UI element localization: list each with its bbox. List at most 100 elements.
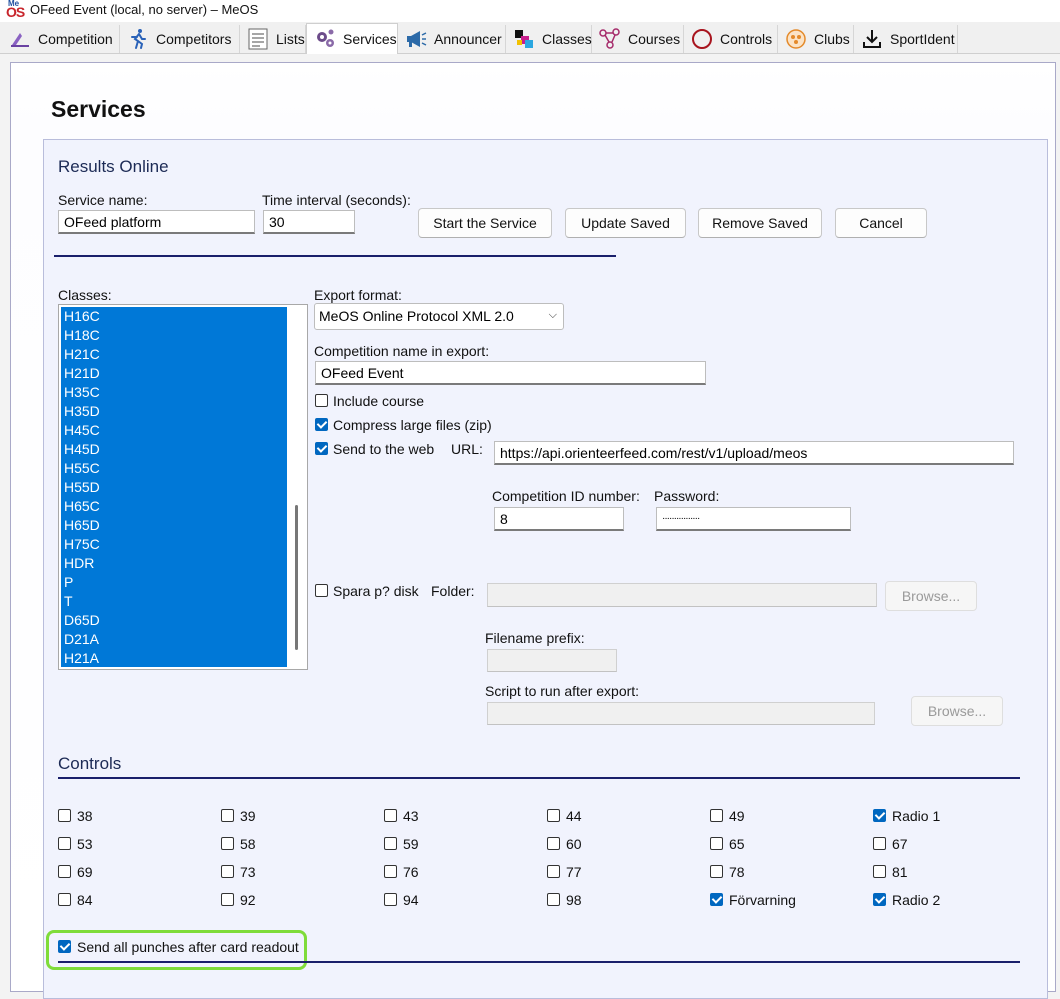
- tab-sportident[interactable]: SportIdent: [854, 25, 958, 53]
- list-item[interactable]: T: [64, 593, 73, 609]
- runner-icon: [126, 27, 150, 51]
- tab-services[interactable]: Services: [306, 23, 398, 54]
- tab-label: SportIdent: [890, 31, 955, 47]
- list-item[interactable]: H55D: [64, 479, 100, 495]
- control-checkbox[interactable]: [58, 865, 71, 878]
- control-checkbox[interactable]: [547, 809, 560, 822]
- control-label: 84: [77, 892, 93, 908]
- tab-label: Classes: [542, 31, 592, 47]
- compress-zip-label: Compress large files (zip): [333, 417, 492, 433]
- list-item[interactable]: H21D: [64, 365, 100, 381]
- tab-controls[interactable]: Controls: [684, 25, 778, 53]
- control-checkbox[interactable]: [384, 865, 397, 878]
- update-saved-button[interactable]: Update Saved: [565, 208, 686, 238]
- control-checkbox[interactable]: [58, 893, 71, 906]
- tab-announcer[interactable]: Announcer: [398, 25, 506, 53]
- list-item[interactable]: H65C: [64, 498, 100, 514]
- control-label: Förvarning: [729, 892, 796, 908]
- control-checkbox[interactable]: [873, 809, 886, 822]
- results-online-title: Results Online: [58, 157, 169, 176]
- control-checkbox[interactable]: [58, 809, 71, 822]
- filename-prefix-input[interactable]: [487, 649, 617, 672]
- control-label: Radio 1: [892, 808, 941, 824]
- list-item[interactable]: H65D: [64, 517, 100, 533]
- competition-id-label: Competition ID number:: [492, 488, 640, 504]
- list-item[interactable]: H45D: [64, 441, 100, 457]
- service-name-input[interactable]: [58, 210, 255, 234]
- control-checkbox[interactable]: [710, 893, 723, 906]
- control-checkbox[interactable]: [547, 893, 560, 906]
- send-all-punches-checkbox[interactable]: [58, 940, 71, 953]
- script-input[interactable]: [487, 702, 875, 725]
- list-item[interactable]: H16C: [64, 308, 100, 324]
- control-checkbox[interactable]: [221, 865, 234, 878]
- control-checkbox[interactable]: [710, 865, 723, 878]
- tab-label: Services: [343, 31, 397, 47]
- control-checkbox[interactable]: [547, 865, 560, 878]
- list-item[interactable]: H21A: [64, 650, 99, 666]
- control-checkbox[interactable]: [384, 809, 397, 822]
- browse-script-button[interactable]: Browse...: [911, 696, 1003, 726]
- control-checkbox[interactable]: [221, 809, 234, 822]
- send-all-punches-label: Send all punches after card readout: [77, 939, 299, 955]
- list-item[interactable]: H18C: [64, 327, 100, 343]
- control-checkbox[interactable]: [58, 837, 71, 850]
- control-checkbox[interactable]: [221, 837, 234, 850]
- include-course-checkbox[interactable]: [315, 394, 328, 407]
- start-service-button[interactable]: Start the Service: [418, 208, 552, 238]
- folder-input[interactable]: [487, 583, 877, 607]
- send-to-web-checkbox[interactable]: [315, 442, 328, 455]
- control-label: 44: [566, 808, 582, 824]
- list-item[interactable]: H35D: [64, 403, 100, 419]
- divider: [58, 777, 1020, 779]
- list-item[interactable]: HDR: [64, 555, 94, 571]
- list-item[interactable]: H45C: [64, 422, 100, 438]
- control-circle-icon: [690, 27, 714, 51]
- listbox-scrollbar[interactable]: [295, 505, 298, 650]
- time-interval-input[interactable]: [263, 210, 355, 234]
- control-checkbox[interactable]: [873, 837, 886, 850]
- tab-classes[interactable]: Classes: [506, 25, 592, 53]
- control-checkbox[interactable]: [710, 837, 723, 850]
- list-icon: [246, 27, 270, 51]
- list-item[interactable]: P: [64, 574, 73, 590]
- tab-courses[interactable]: Courses: [592, 25, 684, 53]
- send-to-web-label: Send to the web: [333, 441, 435, 457]
- competition-name-input[interactable]: [315, 361, 706, 385]
- control-label: 43: [403, 808, 419, 824]
- control-checkbox[interactable]: [547, 837, 560, 850]
- password-input[interactable]: [656, 507, 851, 531]
- list-item[interactable]: H35C: [64, 384, 100, 400]
- tab-competitors[interactable]: Competitors: [120, 25, 240, 53]
- classes-icon: [512, 27, 536, 51]
- control-label: 94: [403, 892, 419, 908]
- control-checkbox[interactable]: [221, 893, 234, 906]
- control-label: 39: [240, 808, 256, 824]
- browse-folder-button[interactable]: Browse...: [885, 581, 977, 611]
- cancel-button[interactable]: Cancel: [835, 208, 927, 238]
- tab-competition[interactable]: Competition: [2, 25, 120, 53]
- compress-zip-checkbox[interactable]: [315, 418, 328, 431]
- url-input[interactable]: [494, 441, 1014, 465]
- tab-clubs[interactable]: Clubs: [778, 25, 854, 53]
- control-checkbox[interactable]: [384, 893, 397, 906]
- control-label: 58: [240, 836, 256, 852]
- save-to-disk-checkbox[interactable]: [315, 584, 328, 597]
- list-item[interactable]: D21A: [64, 631, 99, 647]
- classes-listbox[interactable]: H16C H18C H21C H21D H35C H35D H45C H45D …: [58, 304, 308, 670]
- tab-lists[interactable]: Lists: [240, 25, 306, 53]
- remove-saved-button[interactable]: Remove Saved: [698, 208, 822, 238]
- control-checkbox[interactable]: [873, 893, 886, 906]
- list-item[interactable]: D65D: [64, 612, 100, 628]
- control-label: 59: [403, 836, 419, 852]
- meos-logo-icon: Me OS: [6, 0, 25, 20]
- control-checkbox[interactable]: [710, 809, 723, 822]
- list-item[interactable]: H75C: [64, 536, 100, 552]
- list-item[interactable]: H55C: [64, 460, 100, 476]
- control-checkbox[interactable]: [384, 837, 397, 850]
- control-checkbox[interactable]: [873, 865, 886, 878]
- password-label: Password:: [654, 488, 720, 504]
- list-item[interactable]: H21C: [64, 346, 100, 362]
- competition-id-input[interactable]: [494, 507, 624, 531]
- export-format-select[interactable]: MeOS Online Protocol XML 2.0 ⌵: [314, 303, 564, 330]
